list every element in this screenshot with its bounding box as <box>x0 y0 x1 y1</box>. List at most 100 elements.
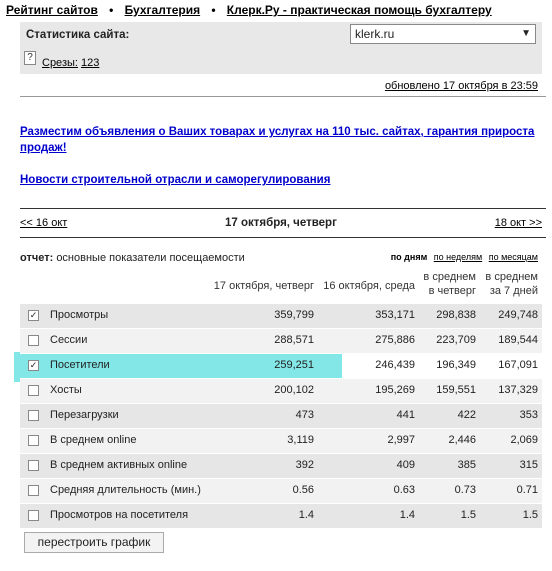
breadcrumb-item-klerk[interactable]: Клерк.Ру - практическая помощь бухгалтер… <box>227 3 492 17</box>
table-header: 17 октября, четверг 16 октября, среда в … <box>20 267 542 303</box>
cell: 0.56 <box>292 484 314 496</box>
updated-timestamp[interactable]: обновлено 17 октября в 23:59 <box>385 80 538 92</box>
table-row: Сессии 288,571 275,886 223,709 189,544 <box>20 328 542 353</box>
row-label: Средняя длительность (мин.) <box>50 484 201 496</box>
cell: 422 <box>457 409 476 421</box>
row-checkbox[interactable] <box>28 460 39 471</box>
cell: 353,171 <box>375 309 415 321</box>
cell: 2,069 <box>510 434 538 446</box>
table-row: ✓ Посетители 259,251 246,439 196,349 167… <box>20 353 542 378</box>
period-by-month[interactable]: по месяцам <box>489 252 538 262</box>
cell: 473 <box>295 409 314 421</box>
current-day-title: 17 октября, четверг <box>225 217 337 229</box>
cell: 200,102 <box>274 384 314 396</box>
table-row: Просмотров на посетителя 1.4 1.4 1.5 1.5 <box>20 503 542 528</box>
ad-banner: Разместим объявления о Ваших товарах и у… <box>20 124 540 156</box>
site-select-dropdown[interactable]: klerk.ru ▼ <box>350 24 536 44</box>
row-label: В среднем online <box>50 434 137 446</box>
cell: 409 <box>396 459 415 471</box>
cell: 195,269 <box>375 384 415 396</box>
cell: 3,119 <box>287 434 314 446</box>
cell: 246,439 <box>375 359 415 371</box>
cell: 0.73 <box>454 484 476 496</box>
cuts-row: Срезы: 123 <box>42 57 99 69</box>
cell: 2,997 <box>387 434 415 446</box>
cell: 223,709 <box>436 334 476 346</box>
row-checkbox[interactable]: ✓ <box>28 360 39 371</box>
row-label: Просмотров на посетителя <box>50 509 189 521</box>
news-banner: Новости строительной отрасли и саморегул… <box>20 174 330 186</box>
cell: 259,251 <box>274 359 314 371</box>
cell: 189,544 <box>498 334 538 346</box>
cell: 0.63 <box>393 484 415 496</box>
row-label: Просмотры <box>50 309 109 321</box>
row-checkbox[interactable]: ✓ <box>28 310 39 321</box>
breadcrumb-item-accounting[interactable]: Бухгалтерия <box>125 3 201 17</box>
cuts-label[interactable]: Срезы: <box>42 57 78 69</box>
cell: 137,329 <box>498 384 538 396</box>
table-row: Перезагрузки 473 441 422 353 <box>20 403 542 428</box>
next-day-link[interactable]: 18 окт >> <box>495 217 542 229</box>
stats-table: 17 октября, четверг 16 октября, среда в … <box>20 267 542 528</box>
report-title: основные показатели посещаемости <box>56 252 245 264</box>
table-row: Хосты 200,102 195,269 159,551 137,329 <box>20 378 542 403</box>
site-stats-label: Статистика сайта: <box>26 29 130 41</box>
cell: 359,799 <box>274 309 314 321</box>
row-label: Перезагрузки <box>50 409 119 421</box>
day-navigation: << 16 окт 17 октября, четверг 18 окт >> <box>20 208 546 238</box>
row-label: В среднем активных online <box>50 459 188 471</box>
period-switcher: по дням по неделям по месяцам <box>387 252 538 262</box>
cell: 167,091 <box>498 359 538 371</box>
cell: 2,446 <box>448 434 476 446</box>
col-header-today: 17 октября, четверг <box>213 280 314 292</box>
cell: 1.5 <box>522 509 538 521</box>
cell: 315 <box>519 459 538 471</box>
cell: 1.4 <box>298 509 314 521</box>
row-label: Сессии <box>50 334 88 346</box>
site-stats-panel: Статистика сайта: klerk.ru ▼ ? Срезы: 12… <box>20 22 542 74</box>
row-label: Посетители <box>50 359 110 371</box>
prev-day-link[interactable]: << 16 окт <box>20 217 67 229</box>
cell: 159,551 <box>436 384 476 396</box>
cell: 392 <box>295 459 314 471</box>
breadcrumb-separator: • <box>109 3 114 17</box>
row-checkbox[interactable] <box>28 485 39 496</box>
site-select-value: klerk.ru <box>355 27 395 41</box>
cell: 196,349 <box>436 359 476 371</box>
cell: 249,748 <box>498 309 538 321</box>
cell: 385 <box>457 459 476 471</box>
row-checkbox[interactable] <box>28 410 39 421</box>
breadcrumb: Рейтинг сайтов • Бухгалтерия • Клерк.Ру … <box>6 3 492 19</box>
ad-link[interactable]: Разместим объявления о Ваших товарах и у… <box>20 126 534 154</box>
dropdown-arrow-icon: ▼ <box>521 28 531 39</box>
table-row: В среднем online 3,119 2,997 2,446 2,069 <box>20 428 542 453</box>
cell: 298,838 <box>436 309 476 321</box>
table-row: ✓ Просмотры 359,799 353,171 298,838 249,… <box>20 303 542 328</box>
period-by-week[interactable]: по неделям <box>434 252 482 262</box>
row-checkbox[interactable] <box>28 335 39 346</box>
row-checkbox[interactable] <box>28 510 39 521</box>
divider <box>20 96 546 97</box>
cuts-count[interactable]: 123 <box>81 57 99 69</box>
report-title-line: отчет: основные показатели посещаемости <box>20 252 245 264</box>
period-by-day[interactable]: по дням <box>391 252 428 262</box>
breadcrumb-item-ratings[interactable]: Рейтинг сайтов <box>6 3 98 17</box>
cell: 353 <box>519 409 538 421</box>
rebuild-chart-button[interactable]: перестроить график <box>24 532 164 553</box>
breadcrumb-separator: • <box>211 3 216 17</box>
row-label: Хосты <box>50 384 82 396</box>
row-checkbox[interactable] <box>28 385 39 396</box>
cell: 441 <box>396 409 415 421</box>
report-label: отчет: <box>20 252 54 264</box>
cell: 275,886 <box>375 334 415 346</box>
col-header-avg-7days: в среднем за 7 дней <box>485 271 538 297</box>
cell: 288,571 <box>274 334 314 346</box>
col-header-avg-weekday: в среднем в четверг <box>423 271 476 297</box>
news-link[interactable]: Новости строительной отрасли и саморегул… <box>20 174 330 186</box>
table-row: В среднем активных online 392 409 385 31… <box>20 453 542 478</box>
row-checkbox[interactable] <box>28 435 39 446</box>
cell: 1.4 <box>399 509 415 521</box>
cell: 1.5 <box>460 509 476 521</box>
table-row: Средняя длительность (мин.) 0.56 0.63 0.… <box>20 478 542 503</box>
help-icon[interactable]: ? <box>24 51 36 65</box>
